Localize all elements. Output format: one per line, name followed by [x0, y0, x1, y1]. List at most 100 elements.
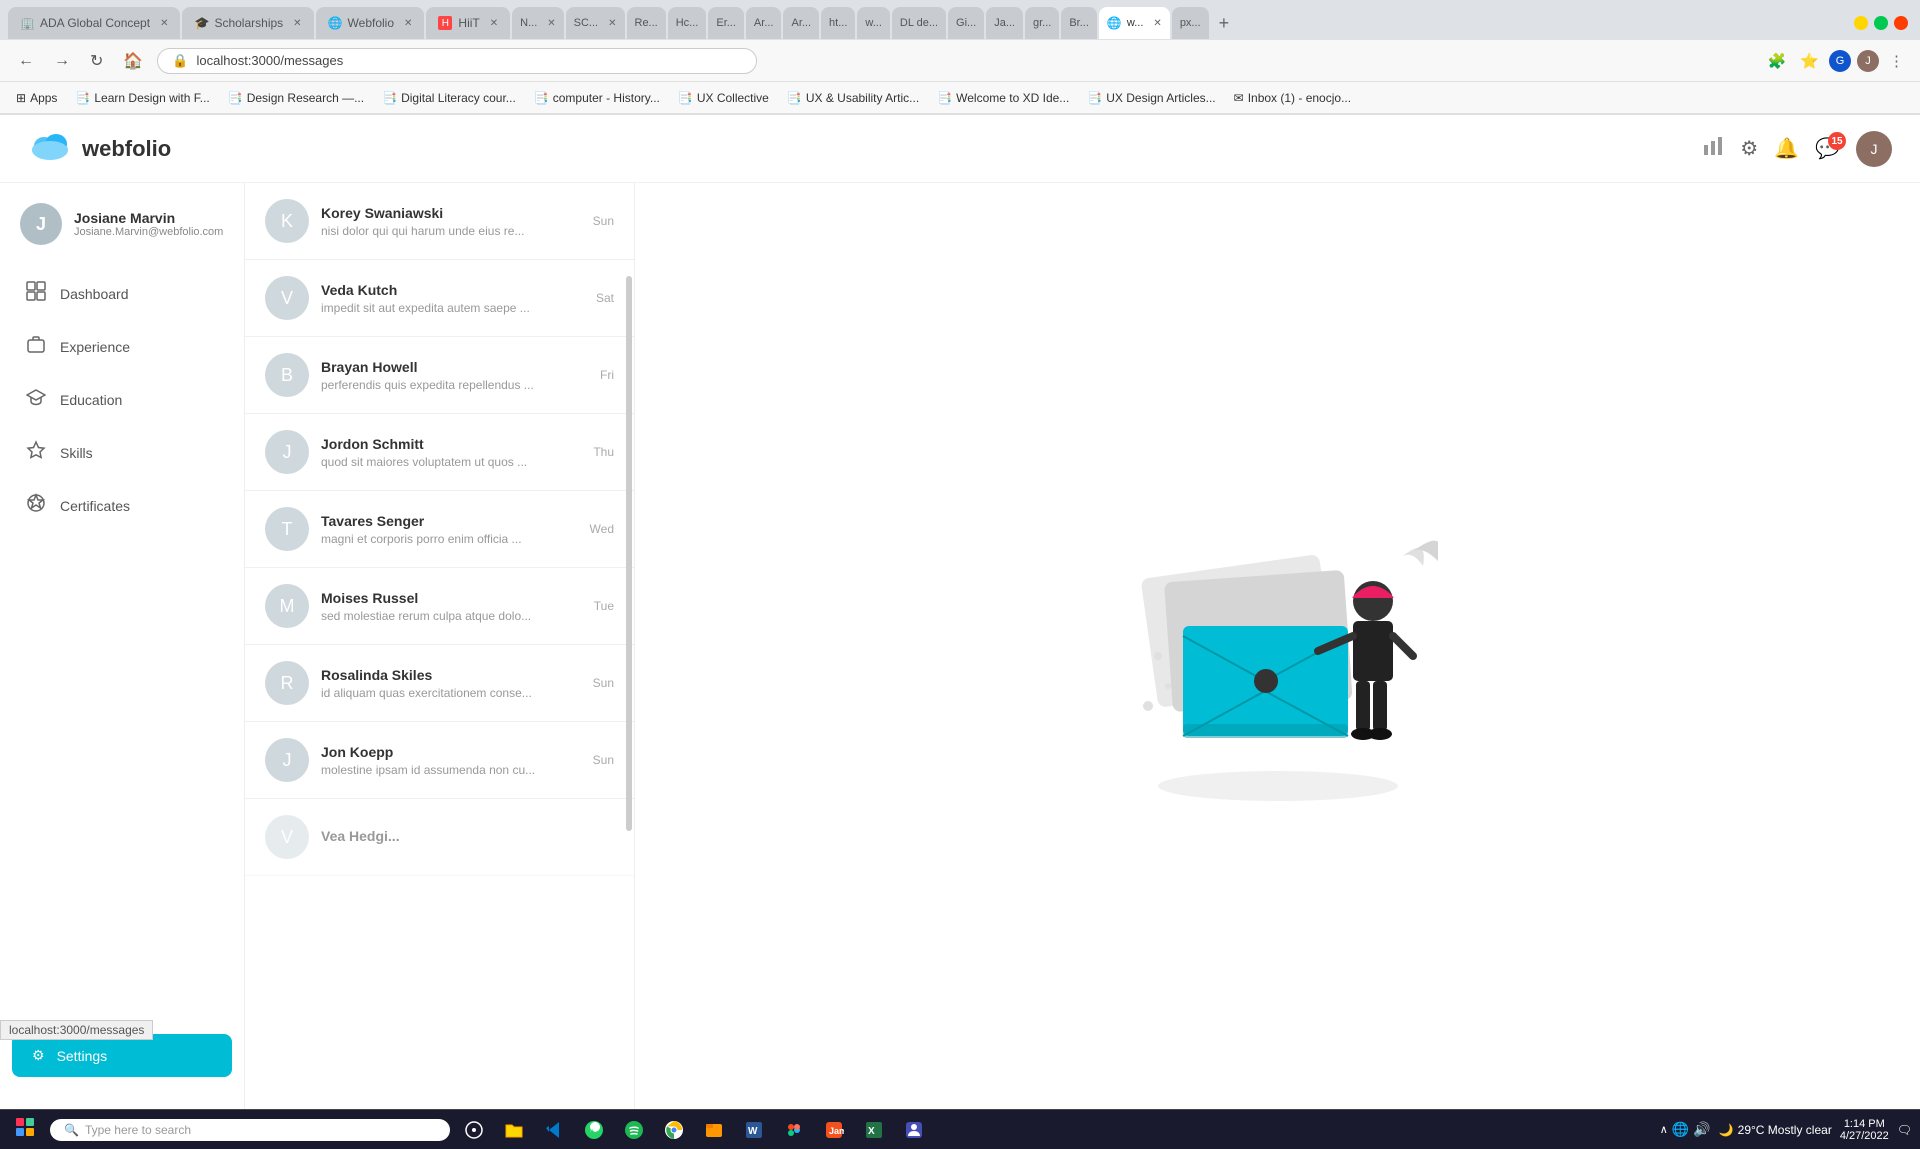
- bookmark-learn-design[interactable]: 📑 Learn Design with F...: [67, 89, 217, 107]
- bookmark-inbox[interactable]: ✉ Inbox (1) - enocjo...: [1226, 89, 1359, 107]
- bookmark-ux-collective[interactable]: 📑 UX Collective: [670, 89, 777, 107]
- taskbar-spotify[interactable]: [618, 1114, 650, 1146]
- sidebar-item-dashboard[interactable]: Dashboard: [12, 269, 232, 318]
- taskbar-whatsapp[interactable]: [578, 1114, 610, 1146]
- message-item-jon[interactable]: J Jon Koepp molestine ipsam id assumenda…: [245, 722, 634, 799]
- sidebar-item-certificates[interactable]: Certificates: [12, 481, 232, 530]
- bookmark-ux-usability[interactable]: 📑 UX & Usability Artic...: [779, 89, 927, 107]
- volume-icon[interactable]: 🔊: [1693, 1121, 1710, 1138]
- tab-hiit[interactable]: H HiiT ✕: [426, 7, 510, 39]
- bookmark-welcome-xd[interactable]: 📑 Welcome to XD Ide...: [929, 89, 1077, 107]
- message-item-korey[interactable]: K Korey Swaniawski nisi dolor qui qui ha…: [245, 183, 634, 260]
- taskbar-task-view[interactable]: [458, 1114, 490, 1146]
- tab-er[interactable]: Er...: [708, 7, 744, 39]
- taskbar-excel[interactable]: X: [858, 1114, 890, 1146]
- window-close[interactable]: ✕: [1894, 16, 1908, 30]
- sidebar-item-education[interactable]: Education: [12, 375, 232, 424]
- address-bar[interactable]: 🔒 localhost:3000/messages: [157, 48, 757, 74]
- tab-ada-global[interactable]: 🏢 ADA Global Concept ✕: [8, 7, 180, 39]
- tab-gi[interactable]: Gi...: [948, 7, 984, 39]
- tab-close-ada[interactable]: ✕: [160, 18, 168, 29]
- message-item-moises[interactable]: M Moises Russel sed molestiae rerum culp…: [245, 568, 634, 645]
- message-item-jordon[interactable]: J Jordon Schmitt quod sit maiores volupt…: [245, 414, 634, 491]
- taskbar-teams[interactable]: [898, 1114, 930, 1146]
- tab-label-scholarships: Scholarships: [214, 16, 283, 30]
- tab-w-active[interactable]: 🌐 w... ✕: [1099, 7, 1170, 39]
- tab-close-hiit[interactable]: ✕: [490, 18, 498, 29]
- bookmark-apps[interactable]: ⊞ Apps: [8, 89, 65, 107]
- grammarly-button[interactable]: G: [1829, 50, 1851, 72]
- message-item-brayan[interactable]: B Brayan Howell perferendis quis expedit…: [245, 337, 634, 414]
- messages-panel[interactable]: K Korey Swaniawski nisi dolor qui qui ha…: [245, 183, 635, 1109]
- messages-button[interactable]: 💬 15: [1815, 136, 1840, 161]
- notifications-button[interactable]: 🔔: [1774, 136, 1799, 161]
- tab-px[interactable]: px...: [1172, 7, 1209, 39]
- tab-add-button[interactable]: +: [1211, 9, 1238, 38]
- taskbar: 🔍 Type here to search: [0, 1109, 1920, 1149]
- tab-close-w-active[interactable]: ✕: [1153, 18, 1161, 29]
- tab-br[interactable]: Br...: [1061, 7, 1097, 39]
- tab-ht[interactable]: ht...: [821, 7, 855, 39]
- dashboard-icon: [26, 281, 46, 306]
- tab-scholarships[interactable]: 🎓 Scholarships ✕: [182, 7, 313, 39]
- sidebar-item-skills[interactable]: Skills: [12, 428, 232, 477]
- bookmark-digital-literacy[interactable]: 📑 Digital Literacy cour...: [374, 89, 524, 107]
- tab-close-webfolio[interactable]: ✕: [404, 18, 412, 29]
- settings-button-sidebar[interactable]: ⚙ Settings: [12, 1034, 232, 1077]
- window-maximize[interactable]: □: [1874, 16, 1888, 30]
- taskbar-vscode[interactable]: [538, 1114, 570, 1146]
- tab-close-scholarships[interactable]: ✕: [293, 18, 301, 29]
- chart-button[interactable]: [1702, 135, 1724, 163]
- scrollbar-thumb[interactable]: [626, 276, 632, 832]
- taskbar-figma[interactable]: [778, 1114, 810, 1146]
- taskbar-word[interactable]: W: [738, 1114, 770, 1146]
- tab-hc[interactable]: Hc...: [668, 7, 707, 39]
- tab-close-sc[interactable]: ✕: [608, 18, 616, 29]
- tab-w1[interactable]: w...: [857, 7, 890, 39]
- taskbar-file-explorer[interactable]: [498, 1114, 530, 1146]
- tab-sc[interactable]: SC... ✕: [566, 7, 625, 39]
- reload-button[interactable]: ↻: [84, 47, 109, 75]
- tab-ja[interactable]: Ja...: [986, 7, 1023, 39]
- bookmark-ux-articles[interactable]: 📑 UX Design Articles...: [1079, 89, 1223, 107]
- taskbar-search[interactable]: 🔍 Type here to search: [50, 1119, 450, 1141]
- tab-dl[interactable]: DL de...: [892, 7, 946, 39]
- home-button[interactable]: 🏠: [117, 47, 149, 75]
- tab-ar1[interactable]: Ar...: [746, 7, 782, 39]
- extensions-button[interactable]: 🧩: [1764, 48, 1791, 74]
- more-button[interactable]: ⋮: [1885, 48, 1908, 74]
- tab-ar2[interactable]: Ar...: [783, 7, 819, 39]
- tab-n[interactable]: N... ✕: [512, 7, 564, 39]
- tab-favicon-webfolio: 🌐: [328, 16, 342, 30]
- message-item-tavares[interactable]: T Tavares Senger magni et corporis porro…: [245, 491, 634, 568]
- current-date: 4/27/2022: [1840, 1130, 1889, 1142]
- taskbar-chrome[interactable]: [658, 1114, 690, 1146]
- taskbar-time[interactable]: 1:14 PM 4/27/2022: [1840, 1118, 1889, 1142]
- message-avatar-korey: K: [265, 199, 309, 243]
- tab-webfolio[interactable]: 🌐 Webfolio ✕: [316, 7, 425, 39]
- sidebar-item-skills-label: Skills: [60, 445, 93, 461]
- notification-center-button[interactable]: 🗨: [1897, 1123, 1912, 1137]
- bookmark-computer[interactable]: 📑 computer - History...: [526, 89, 668, 107]
- message-item-partial[interactable]: V Vea Hedgi...: [245, 799, 634, 876]
- taskbar-file-manager[interactable]: [698, 1114, 730, 1146]
- tray-expand-button[interactable]: ∧: [1660, 1123, 1668, 1136]
- taskbar-jamboard[interactable]: Jam: [818, 1114, 850, 1146]
- message-item-veda[interactable]: V Veda Kutch impedit sit aut expedita au…: [245, 260, 634, 337]
- network-icon[interactable]: 🌐: [1672, 1121, 1689, 1138]
- forward-button[interactable]: →: [48, 48, 76, 74]
- bookmark-design-research[interactable]: 📑 Design Research —...: [220, 89, 372, 107]
- bookmark-star-button[interactable]: ⭐: [1796, 48, 1823, 74]
- message-item-rosalinda[interactable]: R Rosalinda Skiles id aliquam quas exerc…: [245, 645, 634, 722]
- sidebar-item-experience[interactable]: Experience: [12, 322, 232, 371]
- tab-re[interactable]: Re...: [627, 7, 666, 39]
- profile-button[interactable]: J: [1857, 50, 1879, 72]
- tab-close-n[interactable]: ✕: [547, 18, 555, 29]
- window-minimize[interactable]: —: [1854, 16, 1868, 30]
- settings-button[interactable]: ⚙: [1740, 136, 1758, 161]
- tab-gr[interactable]: gr...: [1025, 7, 1059, 39]
- back-button[interactable]: ←: [12, 48, 40, 74]
- header-avatar[interactable]: J: [1856, 131, 1892, 167]
- start-button[interactable]: [8, 1114, 42, 1145]
- tab-bar: 🏢 ADA Global Concept ✕ 🎓 Scholarships ✕ …: [0, 0, 1920, 40]
